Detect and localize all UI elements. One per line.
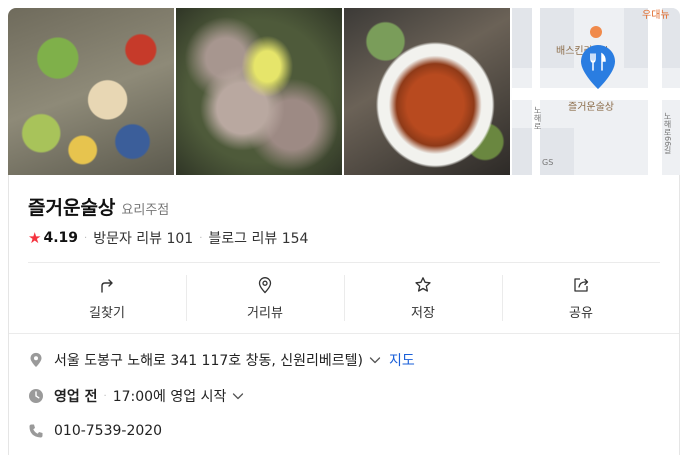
- share-icon: [574, 277, 589, 292]
- food-photo-banchan[interactable]: [8, 8, 174, 175]
- share-button[interactable]: 공유: [502, 273, 660, 323]
- clock-icon: [29, 389, 43, 403]
- location-icon: [30, 352, 42, 367]
- business-hours[interactable]: 17:00에 영업 시작: [113, 386, 227, 406]
- business-status: 영업 전: [54, 389, 98, 405]
- map-label-gs: GS: [542, 158, 554, 167]
- address-row: 서울 도봉구 노해로 341 117호 창동, 신원리베르텔) 지도: [28, 350, 415, 370]
- star-icon: ★: [28, 229, 42, 247]
- share-label: 공유: [569, 305, 593, 321]
- save-button[interactable]: 저장: [344, 273, 502, 323]
- rating-value: 4.19: [43, 230, 78, 246]
- place-info-panel: 즐거운술상 요리주점 ★ 4.19 · 방문자 리뷰 101 · 블로그 리뷰 …: [8, 175, 680, 455]
- title-row: 즐거운술상 요리주점: [28, 193, 169, 220]
- divider: [9, 333, 679, 334]
- map-road: [532, 8, 540, 175]
- map-label-road-vertical: 노해로66길: [663, 112, 672, 155]
- map-thumbnail[interactable]: 우대뉴 배스킨라빈스 즐거운술상 노해로 노해로66길 GS: [512, 8, 680, 175]
- action-bar: 길찾기 거리뷰 저장 공유: [28, 273, 660, 323]
- food-photo-octopus[interactable]: [176, 8, 342, 175]
- map-label-top-right: 우대뉴: [642, 10, 670, 21]
- phone-number[interactable]: 010-7539-2020: [54, 423, 162, 439]
- street-view-label: 거리뷰: [247, 305, 283, 321]
- location-pin-icon: [581, 45, 615, 89]
- photo-strip: 우대뉴 배스킨라빈스 즐거운술상 노해로 노해로66길 GS: [8, 8, 680, 175]
- poi-marker-icon: [590, 26, 602, 38]
- address-text[interactable]: 서울 도봉구 노해로 341 117호 창동, 신원리베르텔): [54, 350, 363, 370]
- place-name[interactable]: 즐거운술상: [28, 193, 115, 220]
- map-label-road-left: 노해로: [533, 106, 542, 130]
- blog-reviews-link[interactable]: 블로그 리뷰 154: [208, 228, 308, 248]
- divider: [28, 262, 660, 263]
- separator-dot: ·: [84, 232, 88, 244]
- visitor-reviews-link[interactable]: 방문자 리뷰 101: [93, 228, 193, 248]
- phone-row: 010-7539-2020: [28, 423, 162, 439]
- save-label: 저장: [411, 305, 435, 321]
- street-view-button[interactable]: 거리뷰: [186, 273, 344, 323]
- star-outline-icon: [415, 276, 431, 292]
- chevron-down-icon[interactable]: [369, 354, 381, 366]
- street-view-icon: [258, 276, 272, 293]
- hours-row: 영업 전 · 17:00에 영업 시작: [28, 386, 244, 406]
- chevron-down-icon[interactable]: [232, 390, 244, 402]
- map-label-place: 즐거운술상: [568, 102, 614, 113]
- food-photo-stir-fry[interactable]: [344, 8, 510, 175]
- directions-button[interactable]: 길찾기: [28, 273, 186, 323]
- map-link[interactable]: 지도: [389, 350, 415, 370]
- separator-dot: ·: [199, 232, 203, 244]
- map-block: [512, 128, 574, 175]
- map-block: [512, 8, 574, 68]
- map-road: [648, 8, 662, 175]
- directions-icon: [101, 278, 113, 293]
- review-stats: ★ 4.19 · 방문자 리뷰 101 · 블로그 리뷰 154: [28, 228, 308, 248]
- phone-icon: [29, 424, 43, 438]
- directions-label: 길찾기: [89, 305, 125, 321]
- separator-dot: ·: [103, 390, 107, 402]
- place-category: 요리주점: [121, 203, 170, 218]
